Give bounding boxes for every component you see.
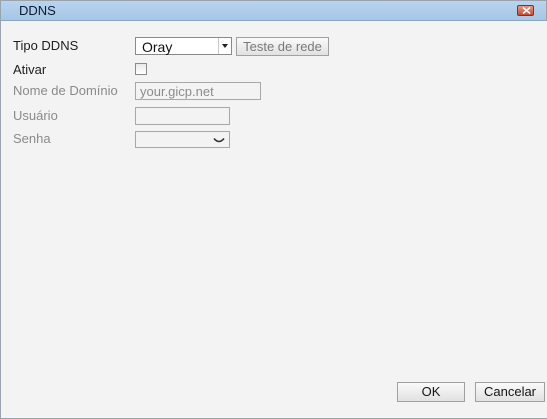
chevron-down-icon [213,137,225,143]
window-title: DDNS [19,3,56,18]
ddns-dialog: DDNS Tipo DDNS Oray Teste de rede Ativar… [0,0,547,419]
password-label: Senha [13,131,51,146]
user-label: Usuário [13,108,58,123]
domain-label: Nome de Domínio [13,83,118,98]
title-bar: DDNS [1,1,546,21]
network-test-button[interactable]: Teste de rede [236,37,329,56]
user-input[interactable] [135,107,230,125]
ddns-type-label: Tipo DDNS [13,38,79,53]
close-button[interactable] [517,5,534,16]
domain-value: your.gicp.net [140,84,214,99]
password-dropdown[interactable] [135,131,230,148]
cancel-button[interactable]: Cancelar [475,382,545,402]
dropdown-arrow-icon [218,38,231,54]
enable-label: Ativar [13,62,47,77]
ddns-type-select[interactable]: Oray [135,37,232,55]
enable-checkbox[interactable] [135,63,147,75]
close-icon [522,7,531,14]
ddns-type-value: Oray [142,39,173,55]
ok-button[interactable]: OK [397,382,465,402]
domain-input[interactable]: your.gicp.net [135,82,261,100]
dialog-content: Tipo DDNS Oray Teste de rede Ativar Nome… [8,21,547,418]
